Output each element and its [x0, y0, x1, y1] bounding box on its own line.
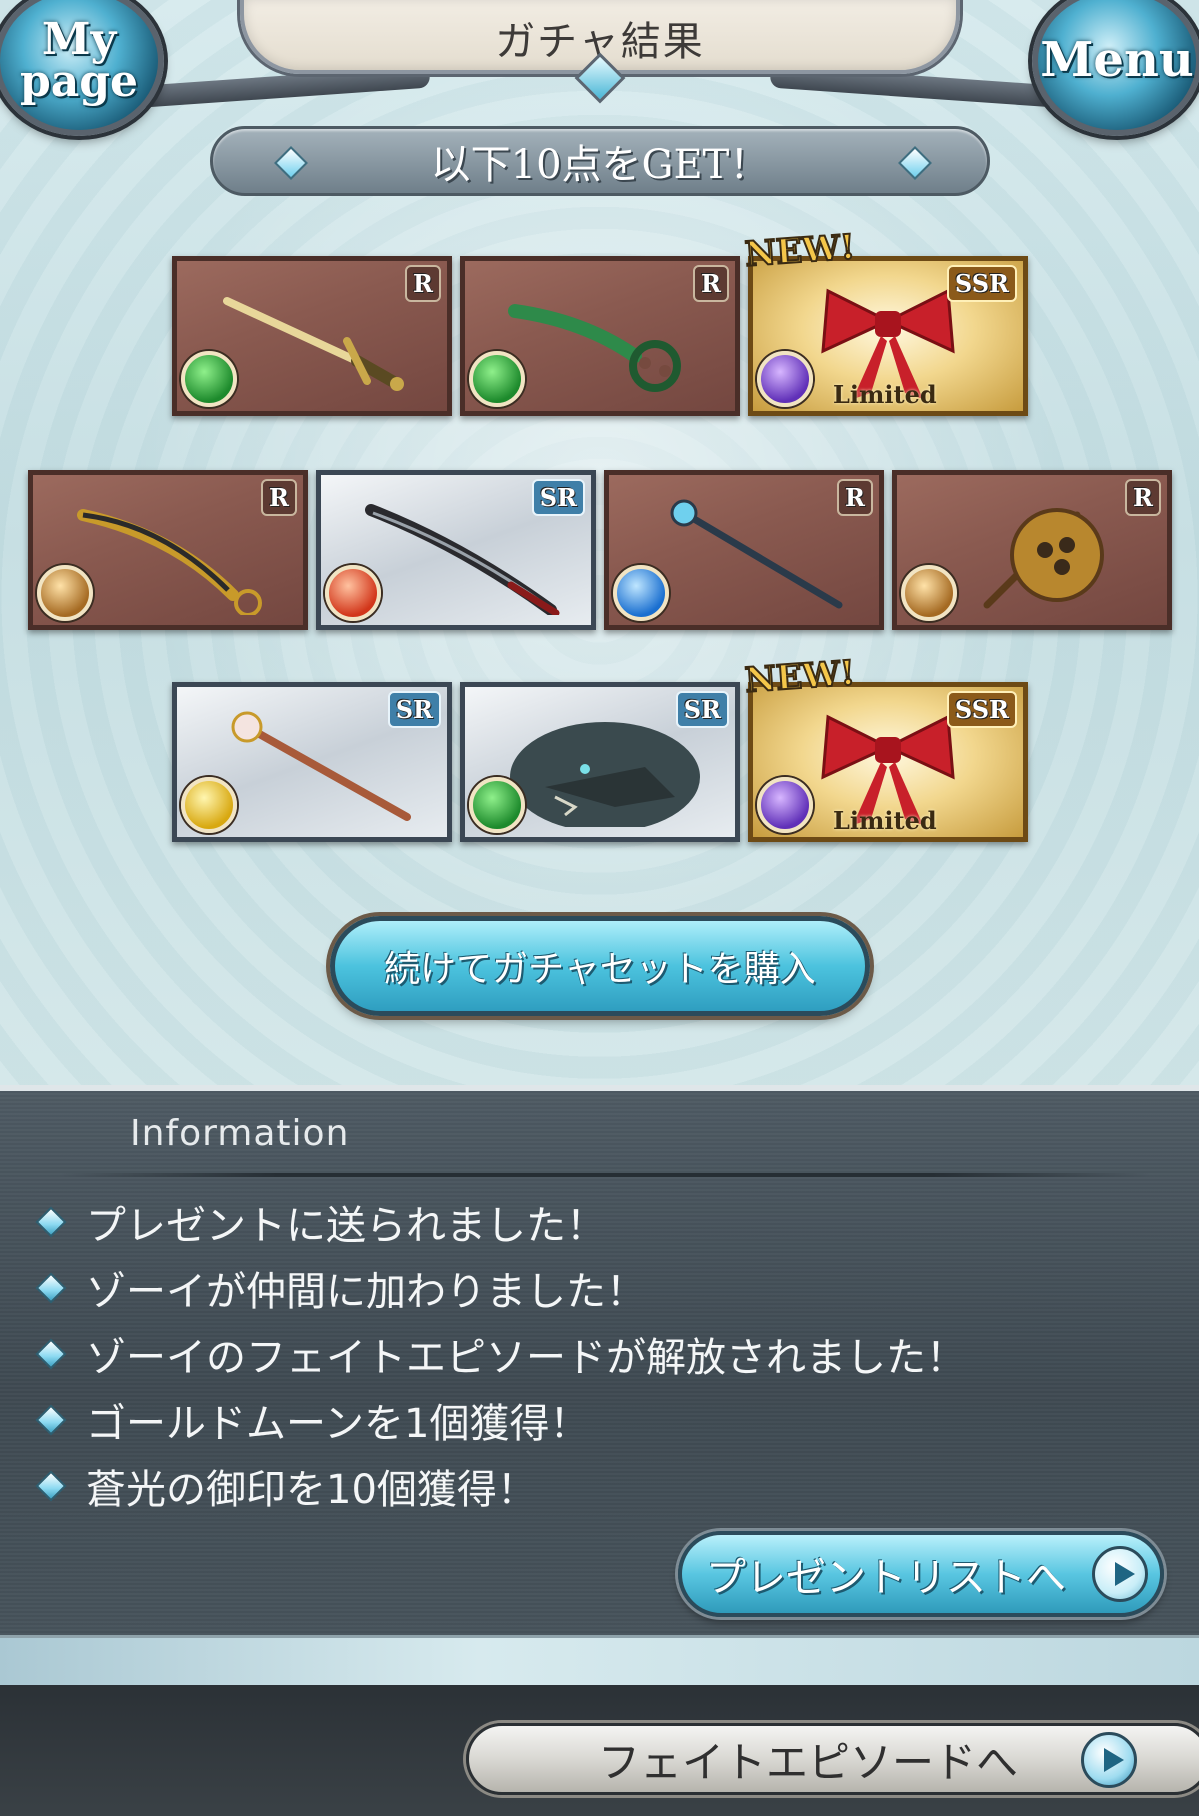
fate-episode-button[interactable]: フェイトエピソードへ	[466, 1723, 1199, 1795]
rarity-badge: SSR	[946, 265, 1017, 302]
fire-icon	[325, 565, 381, 621]
dagger-art	[223, 297, 404, 391]
item-card[interactable]: R	[892, 470, 1172, 630]
rarity-badge: SR	[531, 479, 585, 516]
top-bar: ガチャ結果 My page Menu	[0, 0, 1199, 136]
continue-gacha-button[interactable]: 続けてガチャセットを購入	[330, 916, 870, 1016]
new-badge: NEW!	[743, 226, 858, 276]
bottom-panel: フェイトエピソードへ	[0, 1685, 1199, 1816]
present-list-button[interactable]: プレゼントリストへ	[678, 1531, 1164, 1617]
information-item: プレゼントに送られました！	[34, 1189, 1164, 1255]
information-message: ゴールドムーンを1個獲得！	[86, 1401, 590, 1447]
get-banner-text: 以下10点をGET！	[430, 142, 770, 188]
menu-label: Menu	[1040, 32, 1194, 89]
rarity-badge: R	[837, 479, 873, 516]
dark-icon	[757, 351, 813, 407]
earth-icon	[37, 565, 93, 621]
information-divider	[60, 1173, 1150, 1177]
item-card[interactable]: R	[28, 470, 308, 630]
dark-katana-art	[365, 504, 560, 615]
rarity-badge: R	[261, 479, 297, 516]
rarity-badge: SR	[675, 691, 729, 728]
information-item: ゾーイのフェイトエピソードが解放されました！	[34, 1321, 1164, 1387]
information-item: ゾーイが仲間に加わりました！	[34, 1255, 1164, 1321]
information-message: ゾーイが仲間に加わりました！	[86, 1269, 646, 1315]
diamond-bullet-icon	[35, 1272, 67, 1304]
diamond-bullet-icon	[35, 1206, 67, 1238]
staff-art	[670, 499, 843, 609]
get-banner: 以下10点をGET！	[210, 126, 990, 196]
information-item: 蒼光の御印を10個獲得！	[34, 1453, 1164, 1519]
new-badge: NEW!	[743, 652, 858, 702]
diamond-bullet-icon	[35, 1470, 67, 1502]
play-arrow-icon	[1081, 1732, 1137, 1788]
diamond-icon	[274, 146, 308, 180]
diamond-bullet-icon	[35, 1404, 67, 1436]
limited-label: Limited	[833, 806, 937, 835]
rarity-badge: SR	[387, 691, 441, 728]
information-item: ゴールドムーンを1個獲得！	[34, 1387, 1164, 1453]
water-icon	[613, 565, 669, 621]
item-card[interactable]: R	[460, 256, 740, 416]
earth-icon	[901, 565, 957, 621]
information-heading: Information	[130, 1113, 350, 1154]
information-panel: Information プレゼントに送られました！ ゾーイが仲間に加わりました！…	[0, 1085, 1199, 1635]
rarity-badge: R	[1125, 479, 1161, 516]
information-message: プレゼントに送られました！	[86, 1203, 606, 1249]
mypage-label: My page	[19, 14, 139, 107]
wind-icon	[181, 351, 237, 407]
limited-label: Limited	[833, 380, 937, 409]
item-card[interactable]: SSR Limited NEW!	[743, 226, 1028, 416]
present-list-label: プレゼントリストへ	[706, 1555, 1066, 1601]
scimitar-art	[77, 509, 262, 615]
gacha-result-area: ガチャ結果 My page Menu 以下10点をGET！ R R SSR Limit…	[0, 0, 1199, 1085]
item-row-2: R SR R R	[0, 470, 1199, 630]
diamond-icon	[898, 146, 932, 180]
play-arrow-icon	[1092, 1546, 1148, 1602]
item-card[interactable]: R	[604, 470, 884, 630]
fate-episode-label: フェイトエピソードへ	[597, 1737, 1018, 1787]
orb-staff-art	[231, 711, 411, 821]
item-card[interactable]: SR	[316, 470, 596, 630]
information-message: ゾーイのフェイトエピソードが解放されました！	[86, 1335, 966, 1381]
knuckle-blade-art	[508, 304, 681, 392]
axe-art	[983, 508, 1104, 609]
diamond-bullet-icon	[35, 1338, 67, 1370]
item-card[interactable]: R	[172, 256, 452, 416]
item-row-1: R R SSR Limited NEW!	[0, 226, 1199, 416]
information-list: プレゼントに送られました！ ゾーイが仲間に加わりました！ ゾーイのフェイトエピソ…	[34, 1189, 1164, 1519]
dark-icon	[757, 777, 813, 833]
wind-icon	[469, 351, 525, 407]
wind-icon	[469, 777, 525, 833]
light-icon	[181, 777, 237, 833]
item-card[interactable]: SSR Limited NEW!	[743, 652, 1028, 842]
rarity-badge: R	[405, 265, 441, 302]
rarity-badge: R	[693, 265, 729, 302]
item-row-3: SR SR SSR Limited NEW!	[0, 652, 1199, 842]
dragon-summon-art	[510, 722, 700, 827]
menu-button[interactable]: Menu	[1032, 0, 1199, 136]
rarity-badge: SSR	[946, 691, 1017, 728]
item-card[interactable]: SR	[460, 682, 740, 842]
continue-gacha-label: 続けてガチャセットを購入	[384, 949, 816, 990]
item-card[interactable]: SR	[172, 682, 452, 842]
bottom-strip	[0, 1635, 1199, 1685]
information-message: 蒼光の御印を10個獲得！	[86, 1467, 537, 1513]
mypage-button[interactable]: My page	[0, 0, 164, 136]
